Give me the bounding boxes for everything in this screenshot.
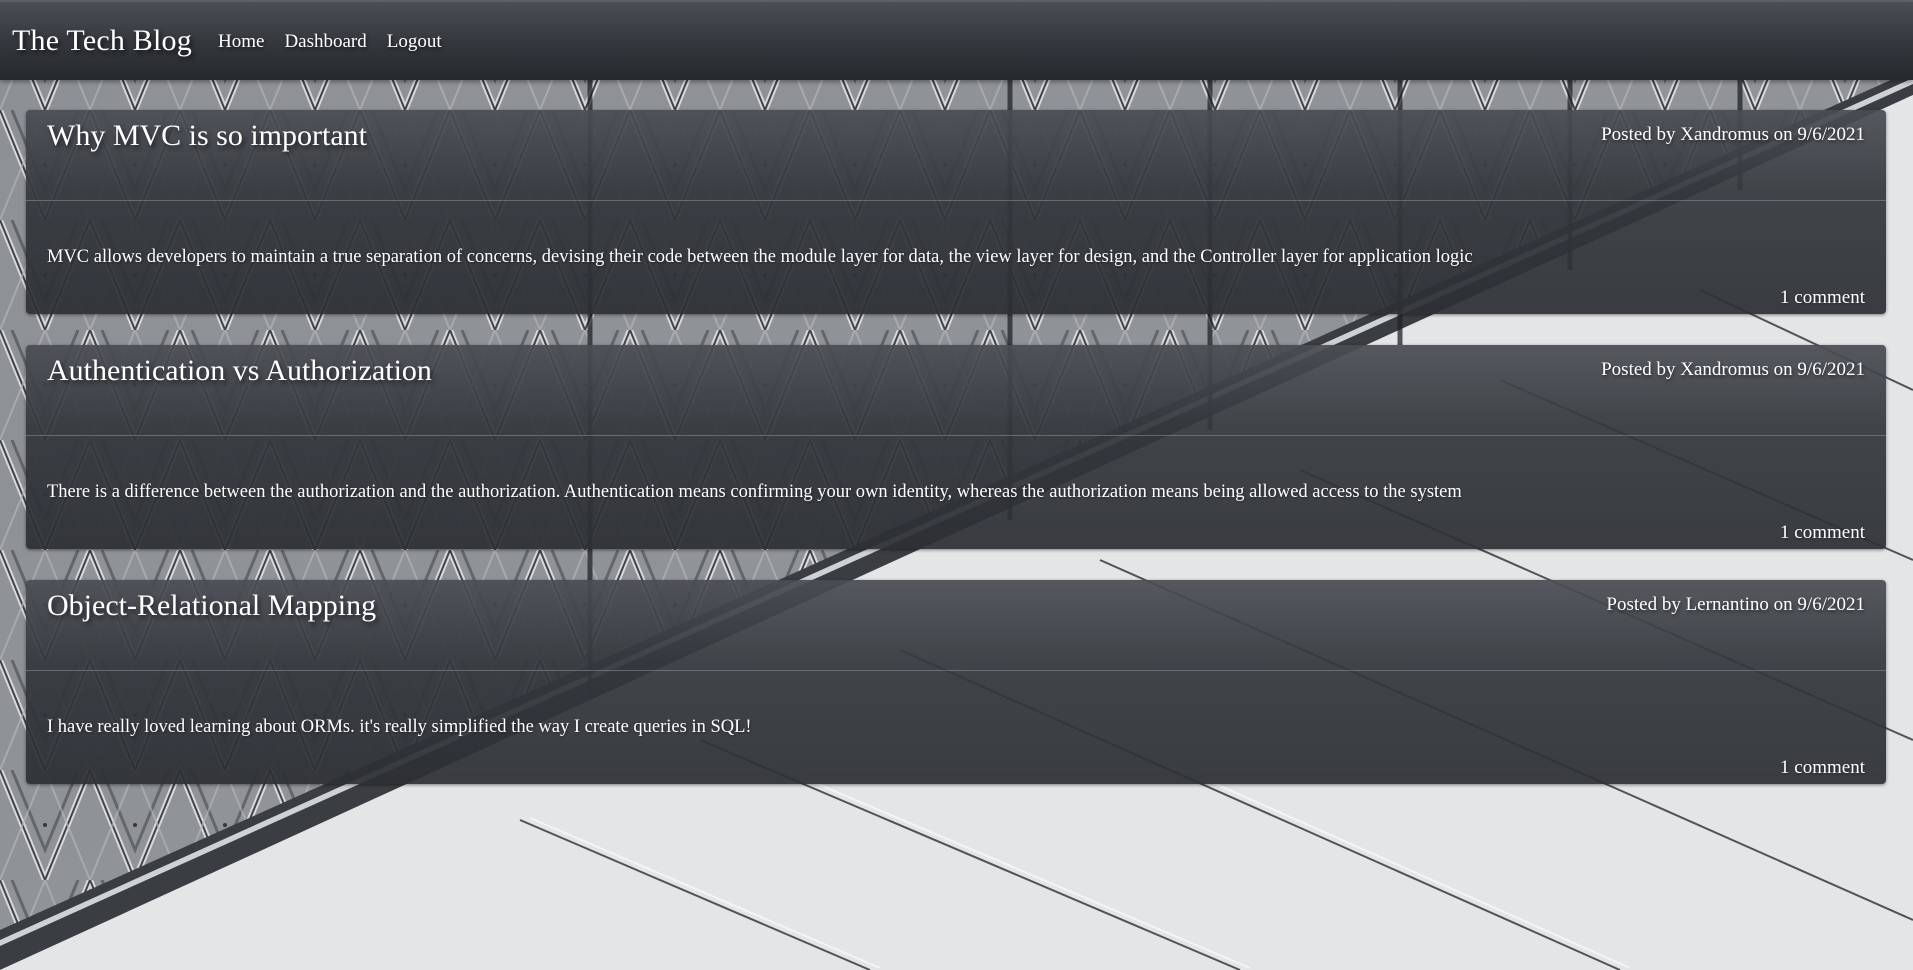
post-title[interactable]: Object-Relational Mapping: [47, 589, 376, 623]
post-title[interactable]: Authentication vs Authorization: [47, 354, 432, 388]
post-card[interactable]: Authentication vs Authorization Posted b…: [26, 345, 1886, 549]
nav-links: Home Dashboard Logout: [218, 31, 442, 53]
post-header: Authentication vs Authorization Posted b…: [26, 345, 1886, 436]
site-brand-link[interactable]: The Tech Blog: [12, 24, 192, 58]
post-card[interactable]: Object-Relational Mapping Posted by Lern…: [26, 580, 1886, 784]
post-comment-count[interactable]: 1 comment: [1780, 757, 1865, 779]
post-card[interactable]: Why MVC is so important Posted by Xandro…: [26, 110, 1886, 314]
post-body: There is a difference between the author…: [47, 482, 1462, 502]
post-header: Why MVC is so important Posted by Xandro…: [26, 110, 1886, 201]
post-title[interactable]: Why MVC is so important: [47, 119, 367, 153]
post-meta: Posted by Lernantino on 9/6/2021: [1606, 594, 1865, 615]
post-header: Object-Relational Mapping Posted by Lern…: [26, 580, 1886, 671]
nav-dashboard-link[interactable]: Dashboard: [284, 31, 366, 53]
post-comment-count[interactable]: 1 comment: [1780, 522, 1865, 544]
navbar: The Tech Blog Home Dashboard Logout: [0, 0, 1913, 80]
nav-logout-link[interactable]: Logout: [387, 31, 442, 53]
nav-home-link[interactable]: Home: [218, 31, 264, 53]
post-body: MVC allows developers to maintain a true…: [47, 247, 1473, 267]
post-meta: Posted by Xandromus on 9/6/2021: [1601, 124, 1865, 145]
post-meta: Posted by Xandromus on 9/6/2021: [1601, 359, 1865, 380]
post-body: I have really loved learning about ORMs.…: [47, 717, 752, 737]
post-comment-count[interactable]: 1 comment: [1780, 287, 1865, 309]
posts-list: Why MVC is so important Posted by Xandro…: [26, 110, 1886, 815]
